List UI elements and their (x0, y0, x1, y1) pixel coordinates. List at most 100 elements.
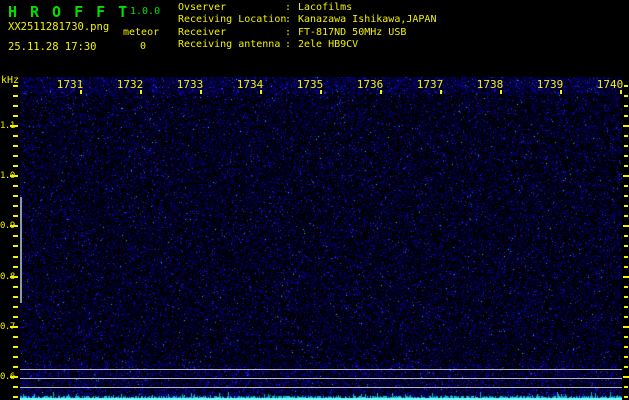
info-value: 2ele HB9CV (298, 39, 359, 51)
info-row-location: Receiving Location: Kanazawa Ishikawa,JAP… (178, 14, 436, 26)
calibration-line-upper (20, 369, 622, 370)
freq-minor-tick (13, 215, 18, 217)
freq-minor-tick (13, 346, 18, 348)
info-value: Kanazawa Ishikawa,JAPAN (298, 14, 437, 26)
time-tick (140, 90, 142, 94)
app-version: 1.0.0 (130, 6, 161, 17)
freq-minor-tick (624, 356, 628, 358)
info-value: FT-817ND 50MHz USB (298, 26, 407, 38)
info-separator: : (285, 39, 292, 51)
freq-minor-tick (13, 256, 18, 258)
time-tick (620, 90, 622, 94)
calibration-line-lower (20, 387, 622, 388)
freq-minor-tick (624, 346, 628, 348)
freq-minor-tick (13, 386, 18, 388)
freq-minor-tick (13, 105, 18, 107)
info-separator: : (285, 2, 292, 13)
meteor-count: 0 (140, 41, 147, 52)
freq-minor-tick (624, 185, 628, 187)
freq-minor-tick (13, 135, 18, 137)
freq-minor-tick (13, 95, 18, 97)
freq-minor-tick (13, 356, 18, 358)
time-tick (200, 90, 202, 94)
output-filename: XX2511281730.png (8, 21, 110, 33)
freq-minor-tick (624, 115, 628, 117)
freq-minor-tick (624, 95, 628, 97)
freq-tick-label: 1.1 (0, 121, 15, 131)
freq-major-tick (623, 225, 629, 227)
freq-minor-tick (13, 396, 18, 398)
freq-major-tick (623, 326, 629, 328)
info-label: Ovserver (178, 2, 227, 13)
freq-minor-tick (624, 235, 628, 237)
freq-minor-tick (624, 205, 628, 207)
freq-minor-tick (624, 256, 628, 258)
freq-minor-tick (13, 115, 18, 117)
freq-minor-tick (624, 245, 628, 247)
info-separator: : (285, 14, 292, 26)
freq-minor-tick (13, 145, 18, 147)
freq-minor-tick (13, 366, 18, 368)
info-row-observer: Ovserver: Lacofilms (178, 2, 436, 14)
freq-minor-tick (13, 286, 18, 288)
info-row-antenna: Receiving antenna:2ele HB9CV (178, 39, 436, 51)
freq-minor-tick (624, 155, 628, 157)
mode-label: meteor (123, 27, 160, 38)
freq-major-tick (623, 376, 629, 378)
freq-minor-tick (13, 306, 18, 308)
time-tick (260, 90, 262, 94)
freq-minor-tick (13, 185, 18, 187)
freq-minor-tick (13, 316, 18, 318)
freq-tick-label: 0.9 (0, 221, 15, 231)
freq-minor-tick (624, 336, 628, 338)
freq-tick-label: 0.6 (0, 372, 15, 382)
freq-minor-tick (624, 165, 628, 167)
calibration-line-middle (20, 378, 622, 379)
freq-major-tick (623, 276, 629, 278)
freq-minor-tick (624, 266, 628, 268)
info-label: Receiving antenna (178, 39, 281, 51)
freq-minor-tick (624, 286, 628, 288)
app-title: HROFFT (8, 3, 141, 21)
timestamp: 25.11.28 17:30 (8, 41, 97, 53)
info-label: Receiver (178, 26, 227, 38)
freq-major-tick (623, 175, 629, 177)
info-label: Receiving Location (178, 14, 287, 26)
freq-minor-tick (13, 85, 18, 87)
freq-minor-tick (624, 105, 628, 107)
freq-minor-tick (13, 195, 18, 197)
freq-minor-tick (624, 366, 628, 368)
freq-minor-tick (624, 195, 628, 197)
freq-minor-tick (624, 145, 628, 147)
time-tick (560, 90, 562, 94)
freq-minor-tick (13, 235, 18, 237)
freq-minor-tick (624, 396, 628, 398)
time-tick (320, 90, 322, 94)
spectrogram-canvas (20, 77, 622, 400)
freq-minor-tick (13, 165, 18, 167)
freq-minor-tick (13, 266, 18, 268)
freq-minor-tick (624, 135, 628, 137)
info-value: Lacofilms (298, 2, 353, 13)
freq-minor-tick (13, 296, 18, 298)
echo-marker-line (20, 197, 22, 303)
freq-tick-label: 1.0 (0, 171, 15, 181)
freq-minor-tick (13, 245, 18, 247)
station-info: Ovserver: Lacofilms Receiving Location: Ka… (178, 2, 436, 52)
time-tick (380, 90, 382, 94)
freq-minor-tick (624, 215, 628, 217)
time-tick (80, 90, 82, 94)
freq-minor-tick (624, 386, 628, 388)
freq-tick-label: 0.8 (0, 272, 15, 282)
info-separator: : (285, 26, 292, 38)
freq-minor-tick (13, 336, 18, 338)
info-row-receiver: Receiver: FT-817ND 50MHz USB (178, 27, 436, 39)
freq-minor-tick (13, 155, 18, 157)
hrofft-window: HROFFT 1.0.0 XX2511281730.png meteor 25.… (0, 0, 629, 400)
freq-minor-tick (624, 306, 628, 308)
freq-minor-tick (624, 316, 628, 318)
freq-major-tick (623, 125, 629, 127)
freq-tick-label: 0.7 (0, 322, 15, 332)
freq-minor-tick (624, 296, 628, 298)
time-tick (500, 90, 502, 94)
